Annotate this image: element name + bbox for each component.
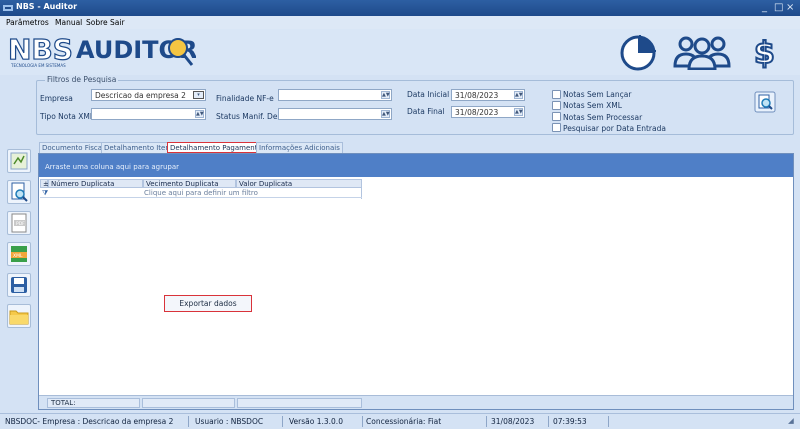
status-hora: 07:39:53 (553, 417, 587, 426)
xml-icon: XML (11, 246, 27, 262)
resize-grip-icon[interactable]: ◢ (788, 416, 794, 425)
menu-sair[interactable]: Sair (110, 18, 125, 27)
data-inicial-spin-icon[interactable]: ▲▼ (514, 91, 523, 99)
group-by-area[interactable]: Arraste uma coluna aqui para agrupar (39, 154, 793, 177)
finalidade-spin-icon[interactable]: ▲▼ (381, 91, 390, 99)
data-final-spin-icon[interactable]: ▲▼ (514, 108, 523, 116)
close-button[interactable]: × (786, 1, 794, 15)
svg-text:$: $ (754, 36, 775, 71)
column-valor-duplicata[interactable]: Valor Duplicata (236, 179, 362, 188)
filter-row[interactable]: ⧩ Clique aqui para definir um filtro (40, 188, 362, 198)
tab-detalhamento-pagamento[interactable]: Detalhamento Pagamento (167, 142, 265, 153)
notas-sem-xml-label: Notas Sem XML (563, 101, 622, 110)
menu-bar: Parâmetros Manual Sobre Sair (0, 16, 800, 29)
pdf-button[interactable]: PDF (7, 211, 31, 235)
total-label: TOTAL: (47, 398, 140, 408)
folder-button[interactable] (7, 304, 31, 328)
menu-parametros[interactable]: Parâmetros (6, 18, 49, 27)
payment-grid-panel: Arraste uma coluna aqui para agrupar ± N… (38, 153, 794, 410)
dollar-icon[interactable]: $ (752, 33, 778, 71)
notas-sem-xml-checkbox[interactable] (552, 101, 561, 110)
menu-sobre[interactable]: Sobre (86, 18, 108, 27)
settings-tool-icon (10, 152, 28, 170)
status-bar: NBSDOC- Empresa : Descricao da empresa 2… (0, 413, 800, 429)
svg-text:XML: XML (13, 253, 23, 259)
column-numero-duplicata[interactable]: Número Duplicata (48, 179, 143, 188)
status-usuario: Usuario : NBSDOC (195, 417, 264, 426)
filter-row-hint: Clique aqui para definir um filtro (144, 189, 258, 197)
window-title: NBS - Auditor (16, 2, 78, 11)
export-data-button[interactable]: Exportar dados (164, 295, 252, 312)
folder-icon (9, 310, 29, 325)
notas-sem-lancar-checkbox[interactable] (552, 90, 561, 99)
row-indicator-header[interactable]: ± (40, 179, 49, 188)
svg-text:PDF: PDF (16, 221, 25, 227)
pesquisar-data-entrada-label: Pesquisar por Data Entrada (563, 124, 666, 133)
users-icon[interactable] (672, 34, 732, 70)
status-data: 31/08/2023 (491, 417, 535, 426)
status-concessionaria: Concessionária: Fiat (366, 417, 442, 426)
filter-row-icon: ⧩ (42, 189, 49, 197)
status-manif-label: Status Manif. Dest: (216, 112, 287, 121)
total-valor-cell (237, 398, 362, 408)
data-inicial-label: Data Inicial (407, 90, 450, 99)
app-icon (3, 5, 13, 11)
status-manif-select[interactable]: ▲▼ (278, 108, 392, 120)
finalidade-select[interactable]: ▲▼ (278, 89, 392, 101)
document-search-button[interactable] (7, 180, 31, 204)
document-search-icon (11, 182, 28, 202)
data-inicial-field[interactable]: 31/08/2023 ▲▼ (451, 89, 525, 101)
totals-row: TOTAL: (39, 395, 793, 409)
maximize-button[interactable]: □ (774, 1, 783, 15)
status-versao: Versão 1.3.0.0 (289, 417, 343, 426)
nbs-auditor-logo: NBS TECNOLOGIA EM SISTEMAS AUDITOR (6, 31, 197, 73)
xml-button[interactable]: XML (7, 242, 31, 266)
data-final-field[interactable]: 31/08/2023 ▲▼ (451, 106, 525, 118)
settings-tool-button[interactable] (7, 149, 31, 173)
tipo-nota-label: Tipo Nota XML (40, 112, 95, 121)
status-manif-spin-icon[interactable]: ▲▼ (381, 110, 390, 118)
logo-tagline: TECNOLOGIA EM SISTEMAS (10, 63, 66, 68)
status-empresa: NBSDOC- Empresa : Descricao da empresa 2 (5, 417, 174, 426)
tipo-nota-spin-icon[interactable]: ▲▼ (195, 110, 204, 118)
notas-sem-processar-label: Notas Sem Processar (563, 113, 643, 122)
notas-sem-processar-checkbox[interactable] (552, 112, 561, 121)
save-icon (11, 277, 27, 293)
menu-manual[interactable]: Manual (55, 18, 82, 27)
data-final-label: Data Final (407, 107, 445, 116)
pie-chart-icon[interactable] (618, 32, 658, 72)
search-report-icon[interactable] (754, 91, 776, 113)
empresa-value: Descricao da empresa 2 (95, 91, 186, 100)
pdf-icon: PDF (11, 213, 27, 233)
tab-documento-fiscais[interactable]: Documento Fiscais (39, 142, 111, 153)
data-inicial-value: 31/08/2023 (455, 91, 499, 100)
title-bar: NBS - Auditor _ □ × (0, 0, 800, 16)
logo-nbs-text: NBS (8, 33, 73, 66)
pesquisar-data-entrada-checkbox[interactable] (552, 123, 561, 132)
header-banner: NBS TECNOLOGIA EM SISTEMAS AUDITOR $ (0, 29, 800, 75)
finalidade-label: Finalidade NF-e (216, 94, 274, 103)
empresa-label: Empresa (40, 94, 73, 103)
empresa-dropdown-icon[interactable]: ▾ (193, 91, 204, 99)
data-final-value: 31/08/2023 (455, 108, 499, 117)
notas-sem-lancar-label: Notas Sem Lançar (563, 90, 632, 99)
empresa-select[interactable]: Descricao da empresa 2 ▾ (91, 89, 206, 101)
save-button[interactable] (7, 273, 31, 297)
tab-detalhamento-itens[interactable]: Detalhamento Itens (101, 142, 177, 153)
tipo-nota-select[interactable]: ▲▼ (91, 108, 206, 120)
minimize-button[interactable]: _ (762, 1, 767, 15)
total-vecimento-cell (142, 398, 235, 408)
tab-informacoes-adicionais[interactable]: Informações Adicionais (256, 142, 343, 153)
filters-legend: Filtros de Pesquisa (45, 75, 119, 84)
column-vecimento-duplicata[interactable]: Vecimento Duplicata (143, 179, 236, 188)
